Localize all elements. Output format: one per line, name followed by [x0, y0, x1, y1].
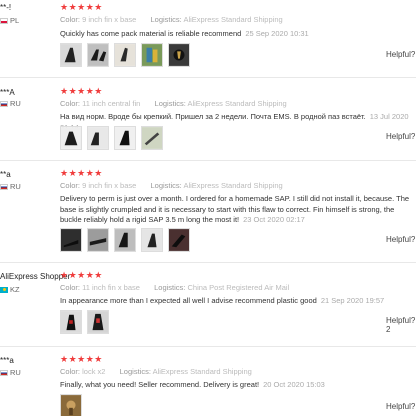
- flag-icon: [0, 286, 8, 293]
- review-date: 20 Oct 2020 15:03: [263, 380, 325, 389]
- country-code: RU: [10, 182, 21, 191]
- logistics-value: AliExpress Standard Shipping: [187, 99, 287, 108]
- star-rating: ★★★★★: [60, 2, 103, 12]
- review-text: In appearance more than I expected all w…: [60, 296, 385, 305]
- helpful-button[interactable]: Helpful?: [386, 132, 415, 141]
- reviewer-country: RU: [0, 99, 21, 108]
- review-photo[interactable]: [60, 394, 82, 416]
- review-photo[interactable]: [114, 43, 136, 67]
- review-text: Delivery to perm is just over a month. I…: [60, 194, 410, 224]
- review-item: ***A RU ★★★★★ Color: 11 inch central fin…: [0, 86, 416, 158]
- review-meta: Color: lock x2 Logistics: AliExpress Sta…: [60, 367, 252, 376]
- review-photo[interactable]: [114, 126, 136, 150]
- logistics-value: AliExpress Standard Shipping: [183, 181, 283, 190]
- review-photo[interactable]: [168, 228, 190, 252]
- review-item: ***a RU ★★★★★ Color: lock x2 Logistics: …: [0, 354, 416, 416]
- review-meta: Color: 11 inch fin x base Logistics: Chi…: [60, 283, 290, 292]
- review-photo[interactable]: [60, 228, 82, 252]
- review-date: 21 Sep 2020 19:57: [320, 296, 385, 305]
- review-photo[interactable]: [168, 43, 190, 67]
- country-code: RU: [10, 99, 21, 108]
- reviewer-name: ***A: [0, 88, 15, 97]
- color-value: 11 inch central fin: [82, 99, 141, 108]
- flag-icon: [0, 183, 8, 190]
- reviewer-name: ***a: [0, 356, 14, 365]
- review-photo[interactable]: [87, 43, 109, 67]
- helpful-button[interactable]: Helpful?: [386, 50, 415, 59]
- review-text: Quickly has come pack material is reliab…: [60, 29, 309, 38]
- review-photo[interactable]: [87, 228, 109, 252]
- review-meta: Color: 9 inch fin x base Logistics: AliE…: [60, 181, 283, 190]
- review-photo[interactable]: [87, 310, 109, 334]
- review-photo[interactable]: [60, 310, 82, 334]
- review-photos: [60, 228, 190, 252]
- divider: [0, 160, 416, 161]
- helpful-count: 2: [386, 325, 391, 334]
- review-photos: [60, 43, 190, 67]
- review-meta: Color: 9 inch fin x base Logistics: AliE…: [60, 15, 283, 24]
- review-item: AliExpress Shopper KZ ★★★★★ Color: 11 in…: [0, 270, 416, 346]
- flag-icon: [0, 17, 8, 24]
- review-date: 25 Sep 2020 10:31: [245, 29, 309, 38]
- color-value: lock x2: [82, 367, 106, 376]
- review-text: Finally, what you need! Seller recommend…: [60, 380, 325, 389]
- review-photo[interactable]: [141, 43, 163, 67]
- review-photos: [60, 310, 109, 334]
- review-photo[interactable]: [60, 126, 82, 150]
- color-value: 9 inch fin x base: [82, 15, 137, 24]
- logistics-value: AliExpress Standard Shipping: [183, 15, 283, 24]
- divider: [0, 346, 416, 347]
- helpful-button[interactable]: Helpful?2: [386, 316, 416, 334]
- review-photos: [60, 394, 82, 416]
- helpful-button[interactable]: Helpful?: [386, 235, 415, 244]
- review-date: 23 Oct 2020 02:17: [243, 215, 305, 224]
- reviewer-country: RU: [0, 368, 21, 377]
- country-code: RU: [10, 368, 21, 377]
- star-rating: ★★★★★: [60, 168, 103, 178]
- reviewer-country: KZ: [0, 285, 20, 294]
- star-rating: ★★★★★: [60, 86, 103, 96]
- divider: [0, 262, 416, 263]
- review-photos: [60, 126, 163, 150]
- country-code: KZ: [10, 285, 20, 294]
- logistics-value: AliExpress Standard Shipping: [152, 367, 252, 376]
- review-item: **-! PL ★★★★★ Color: 9 inch fin x base L…: [0, 0, 416, 75]
- flag-icon: [0, 100, 8, 107]
- star-rating: ★★★★★: [60, 354, 103, 364]
- reviewer-name: **a: [0, 170, 11, 179]
- reviewer-name: **-!: [0, 3, 12, 12]
- review-photo[interactable]: [87, 126, 109, 150]
- flag-icon: [0, 369, 8, 376]
- star-rating: ★★★★★: [60, 270, 103, 280]
- color-value: 9 inch fin x base: [82, 181, 137, 190]
- review-photo[interactable]: [114, 228, 136, 252]
- helpful-button[interactable]: Helpful?: [386, 402, 415, 411]
- review-photo[interactable]: [60, 43, 82, 67]
- logistics-value: China Post Registered Air Mail: [187, 283, 290, 292]
- country-code: PL: [10, 16, 20, 25]
- reviewer-country: RU: [0, 182, 21, 191]
- review-item: **a RU ★★★★★ Color: 9 inch fin x base Lo…: [0, 168, 416, 260]
- reviewer-country: PL: [0, 16, 19, 25]
- review-meta: Color: 11 inch central fin Logistics: Al…: [60, 99, 287, 108]
- review-photo[interactable]: [141, 126, 163, 150]
- divider: [0, 77, 416, 78]
- color-value: 11 inch fin x base: [82, 283, 140, 292]
- review-photo[interactable]: [141, 228, 163, 252]
